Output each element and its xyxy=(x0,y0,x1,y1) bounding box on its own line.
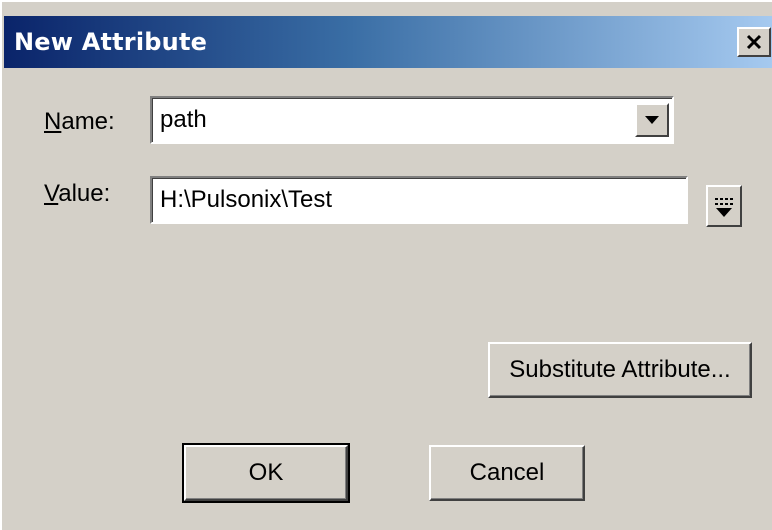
new-attribute-dialog: New Attribute Name: path Value: H:\Pulso… xyxy=(0,0,772,530)
value-menu-button[interactable] xyxy=(706,185,742,227)
value-input[interactable]: H:\Pulsonix\Test xyxy=(150,176,688,224)
name-label: Name: xyxy=(44,108,115,135)
value-input-text: H:\Pulsonix\Test xyxy=(160,186,333,213)
substitute-attribute-button[interactable]: Substitute Attribute... xyxy=(488,342,752,398)
name-combo[interactable]: path xyxy=(150,96,674,144)
cancel-button[interactable]: Cancel xyxy=(429,445,585,501)
menu-dropdown-icon xyxy=(715,198,733,217)
name-combo-dropdown-button[interactable] xyxy=(635,103,669,137)
dialog-title: New Attribute xyxy=(14,28,208,56)
close-button[interactable] xyxy=(737,27,771,57)
chevron-down-icon xyxy=(645,116,659,124)
ok-button[interactable]: OK xyxy=(182,443,350,503)
close-icon xyxy=(746,34,762,50)
value-label: Value: xyxy=(44,180,111,207)
name-combo-value: path xyxy=(160,106,207,133)
title-bar[interactable]: New Attribute xyxy=(4,16,772,68)
